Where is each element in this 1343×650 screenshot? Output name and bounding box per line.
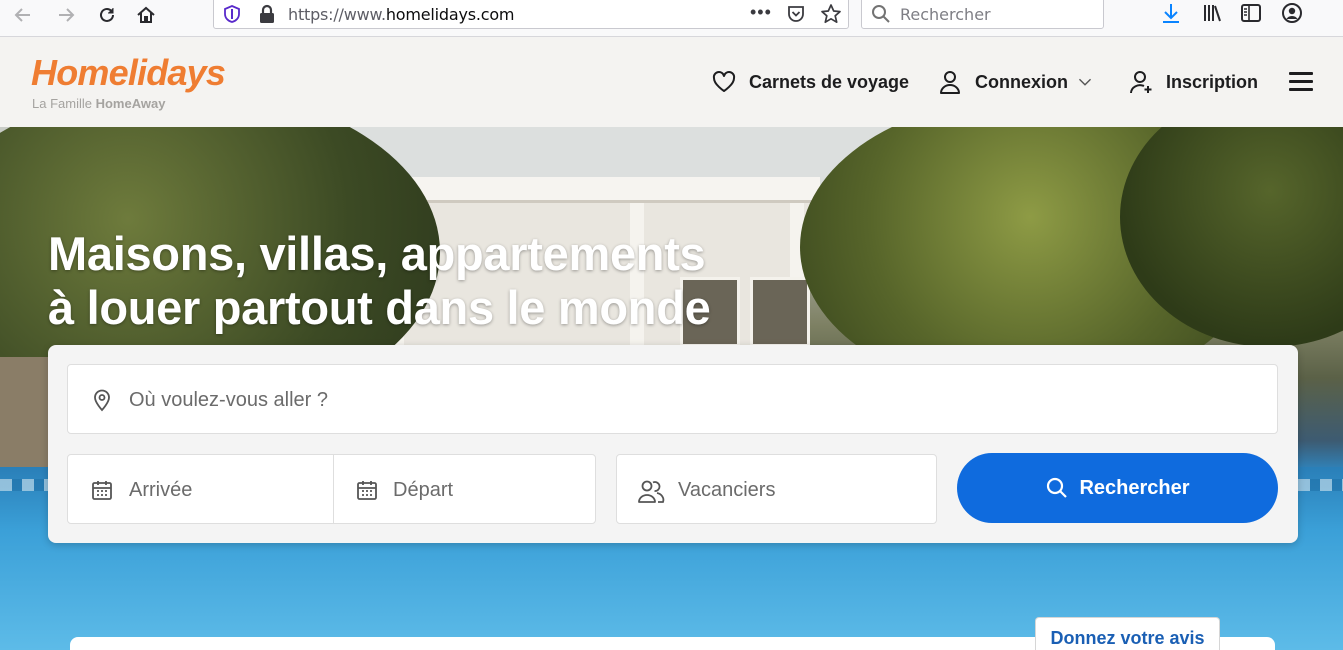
home-button[interactable] bbox=[128, 0, 164, 30]
guests-field[interactable] bbox=[616, 454, 937, 524]
site-logo[interactable]: Homelidays bbox=[31, 52, 226, 94]
forward-arrow-icon bbox=[59, 8, 75, 22]
url-scheme: https://www. bbox=[288, 5, 386, 24]
tagline-prefix: La Famille bbox=[32, 96, 92, 111]
browser-toolbar: https://www.homelidays.com ••• bbox=[0, 0, 1343, 37]
shield-icon[interactable] bbox=[222, 4, 242, 24]
calendar-icon bbox=[357, 481, 377, 500]
hero-section: Maisons, villas, appartements à louer pa… bbox=[0, 127, 1343, 650]
url-host: homelidays.com bbox=[385, 5, 515, 24]
login-menu[interactable]: Connexion bbox=[937, 67, 1094, 97]
signup-link[interactable]: Inscription bbox=[1128, 67, 1258, 97]
tagline-brand: HomeAway bbox=[95, 96, 166, 111]
star-icon[interactable] bbox=[820, 3, 842, 25]
dates-field bbox=[67, 454, 596, 524]
signup-label: Inscription bbox=[1166, 71, 1259, 92]
browser-search-input[interactable] bbox=[900, 3, 1090, 25]
reload-button[interactable] bbox=[89, 0, 125, 30]
wishlist-link[interactable]: Carnets de voyage bbox=[711, 67, 909, 97]
search-form: Rechercher bbox=[48, 345, 1298, 543]
guests-input[interactable] bbox=[678, 477, 918, 503]
account-button[interactable] bbox=[1277, 0, 1307, 26]
hero-title-line1: Maisons, villas, appartements bbox=[48, 227, 706, 280]
add-user-icon bbox=[1130, 71, 1152, 94]
heart-icon bbox=[712, 70, 736, 92]
feedback-label: Donnez votre avis bbox=[1050, 628, 1205, 648]
lock-icon[interactable] bbox=[258, 4, 276, 24]
account-icon bbox=[1282, 3, 1302, 23]
logo-tagline: La Famille HomeAway bbox=[32, 96, 165, 111]
feedback-button[interactable]: Donnez votre avis bbox=[1035, 617, 1220, 650]
calendar-icon bbox=[92, 481, 112, 500]
site-header: Homelidays La Famille HomeAway Carnets d… bbox=[0, 37, 1343, 127]
pocket-icon[interactable] bbox=[786, 4, 806, 24]
address-bar[interactable]: https://www.homelidays.com ••• bbox=[213, 0, 849, 29]
library-icon bbox=[1204, 5, 1221, 22]
sidebar-icon bbox=[1241, 4, 1261, 22]
user-icon bbox=[940, 71, 960, 94]
destination-input[interactable] bbox=[129, 387, 1229, 413]
login-label: Connexion bbox=[975, 71, 1068, 92]
dates-divider bbox=[333, 455, 334, 523]
menu-icon[interactable] bbox=[1289, 72, 1313, 92]
search-submit-button[interactable]: Rechercher bbox=[957, 453, 1278, 523]
url-text[interactable]: https://www.homelidays.com bbox=[288, 5, 515, 24]
page-actions-menu[interactable]: ••• bbox=[750, 2, 772, 23]
search-icon bbox=[872, 5, 890, 23]
people-icon bbox=[638, 480, 665, 503]
chevron-down-icon bbox=[1078, 78, 1092, 86]
destination-field[interactable] bbox=[67, 364, 1278, 434]
reload-icon bbox=[100, 7, 114, 22]
sidebar-button[interactable] bbox=[1236, 0, 1266, 26]
back-button[interactable] bbox=[5, 0, 41, 30]
search-icon bbox=[1047, 477, 1068, 498]
home-icon bbox=[137, 6, 155, 23]
hero-title: Maisons, villas, appartements à louer pa… bbox=[48, 227, 711, 335]
back-arrow-icon bbox=[14, 8, 30, 22]
hero-title-line2: à louer partout dans le monde bbox=[48, 281, 711, 334]
checkout-input[interactable] bbox=[393, 477, 583, 503]
library-button[interactable] bbox=[1197, 0, 1227, 26]
download-icon bbox=[1163, 4, 1179, 23]
browser-search-box[interactable] bbox=[861, 0, 1104, 29]
search-submit-label: Rechercher bbox=[1079, 476, 1190, 499]
wishlist-label: Carnets de voyage bbox=[749, 71, 910, 92]
checkin-input[interactable] bbox=[129, 477, 319, 503]
forward-button[interactable] bbox=[48, 0, 84, 30]
location-pin-icon bbox=[94, 389, 110, 412]
downloads-button[interactable] bbox=[1156, 0, 1186, 26]
